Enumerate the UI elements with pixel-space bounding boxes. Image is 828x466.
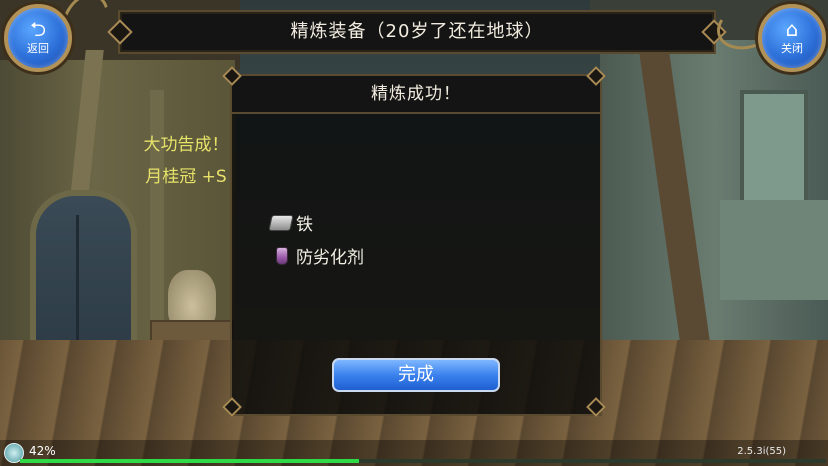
dialog-title: 精炼成功！ bbox=[371, 84, 461, 104]
progress-percent: 42% bbox=[29, 444, 56, 458]
building-right bbox=[720, 200, 828, 300]
material-item: 防劣化剂 bbox=[270, 243, 364, 268]
material-label: 铁 bbox=[296, 214, 313, 235]
door-seam bbox=[76, 215, 79, 340]
back-arrow-icon: ⮌ bbox=[29, 17, 47, 41]
title-bar: 精炼装备（20岁了还在地球） bbox=[107, 10, 727, 54]
wooden-beam bbox=[150, 90, 164, 350]
result-item-name: 月桂冠 +S bbox=[145, 167, 227, 187]
version-label: 2.5.3i(55) bbox=[737, 446, 786, 457]
back-button[interactable]: ⮌ 返回 bbox=[4, 4, 72, 72]
iron-ingot-icon bbox=[268, 212, 294, 232]
home-icon: ⌂ bbox=[785, 17, 799, 41]
dialog-header: 精炼成功！ bbox=[230, 74, 602, 114]
potion-bottle-icon bbox=[270, 245, 292, 265]
window bbox=[740, 90, 808, 208]
close-button-label: 关闭 bbox=[781, 42, 803, 55]
page-title: 精炼装备（20岁了还在地球） bbox=[290, 21, 544, 42]
material-label: 防劣化剂 bbox=[296, 247, 364, 268]
material-item: 铁 bbox=[268, 210, 313, 235]
back-button-label: 返回 bbox=[27, 42, 49, 55]
complete-button[interactable]: 完成 bbox=[332, 358, 500, 392]
arched-door bbox=[30, 190, 137, 352]
progress-fill bbox=[20, 459, 359, 463]
close-button[interactable]: ⌂ 关闭 bbox=[758, 4, 826, 72]
success-message: 大功告成！ bbox=[143, 135, 229, 155]
